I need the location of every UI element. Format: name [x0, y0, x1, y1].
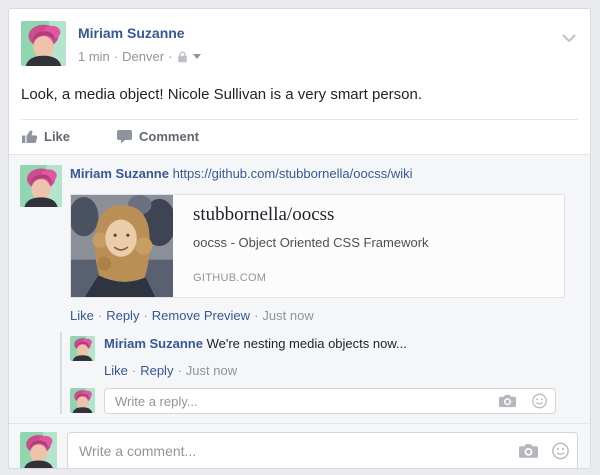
comment-reply-link[interactable]: Reply [106, 308, 139, 323]
post-author[interactable]: Miriam Suzanne [78, 25, 185, 41]
like-button[interactable]: Like [22, 129, 70, 144]
avatar[interactable] [70, 388, 95, 413]
post-time: 1 min [78, 49, 110, 64]
link-preview-image [71, 195, 173, 297]
reply-body-text: We're nesting media objects now... [206, 336, 407, 351]
lock-icon [178, 50, 188, 62]
like-button-label: Like [44, 129, 71, 144]
comment-actions: Like · Reply · Remove Preview · Just now [70, 308, 314, 323]
remove-preview-link[interactable]: Remove Preview [152, 308, 250, 323]
avatar[interactable] [21, 21, 66, 66]
reply-timestamp: Just now [185, 363, 238, 378]
link-preview-description: oocss - Object Oriented CSS Framework [193, 235, 429, 250]
camera-icon[interactable] [519, 444, 538, 458]
thumbs-up-icon [22, 129, 37, 144]
comment-shared-link[interactable]: https://github.com/stubbornella/oocss/wi… [173, 166, 413, 181]
reply-composer [70, 388, 578, 414]
camera-icon[interactable] [499, 394, 516, 408]
comment-button-label: Comment [139, 129, 199, 144]
comment-bubble-icon [117, 129, 133, 144]
post-body-text: Look, a media object! Nicole Sullivan is… [21, 86, 423, 103]
link-preview-source: GITHUB.COM [193, 272, 267, 284]
smiley-icon[interactable] [532, 393, 547, 409]
post-action-bar: Like Comment [9, 120, 590, 154]
comment-composer [9, 424, 590, 468]
link-preview-card[interactable]: stubbornella/oocss oocss - Object Orient… [70, 194, 565, 298]
avatar[interactable] [70, 336, 95, 361]
comment: Miriam Suzanne https://github.com/stubbo… [9, 155, 590, 414]
comments-section: Miriam Suzanne https://github.com/stubbo… [9, 154, 590, 468]
miriam-avatar-image [20, 165, 62, 207]
comment-button[interactable]: Comment [117, 129, 199, 144]
reply-input[interactable] [104, 388, 556, 414]
miriam-avatar-image [70, 388, 95, 413]
comment-like-link[interactable]: Like [70, 308, 94, 323]
miriam-avatar-image [20, 432, 57, 468]
post-header: Miriam Suzanne 1 min · Denver · [9, 9, 590, 66]
avatar[interactable] [20, 165, 62, 207]
reply-actions: Like · Reply · Just now [104, 363, 238, 378]
reply-reply-link[interactable]: Reply [140, 363, 173, 378]
comment-author[interactable]: Miriam Suzanne [70, 166, 169, 181]
comment-input[interactable] [67, 432, 578, 468]
reply-comment: Miriam Suzanne We're nesting media objec… [70, 336, 578, 378]
chevron-down-icon [562, 34, 576, 43]
reply-text-line: Miriam Suzanne We're nesting media objec… [104, 336, 578, 352]
caret-down-icon [193, 54, 202, 59]
post-menu-button[interactable] [560, 27, 578, 49]
reply-author[interactable]: Miriam Suzanne [104, 336, 203, 351]
post-card: Miriam Suzanne 1 min · Denver · Look, a … [8, 8, 591, 469]
post-location[interactable]: Denver [122, 49, 164, 64]
post-meta: 1 min · Denver · [78, 49, 202, 64]
smiley-icon[interactable] [552, 442, 569, 460]
replies-thread: Miriam Suzanne We're nesting media objec… [60, 332, 578, 414]
miriam-avatar-image [70, 336, 95, 361]
avatar[interactable] [20, 432, 57, 468]
link-preview-title: stubbornella/oocss [193, 204, 335, 225]
miriam-avatar-image [21, 21, 66, 66]
comment-timestamp: Just now [262, 308, 314, 323]
reply-like-link[interactable]: Like [104, 363, 128, 378]
privacy-selector[interactable] [177, 50, 202, 63]
comment-text-line: Miriam Suzanne https://github.com/stubbo… [70, 165, 578, 182]
